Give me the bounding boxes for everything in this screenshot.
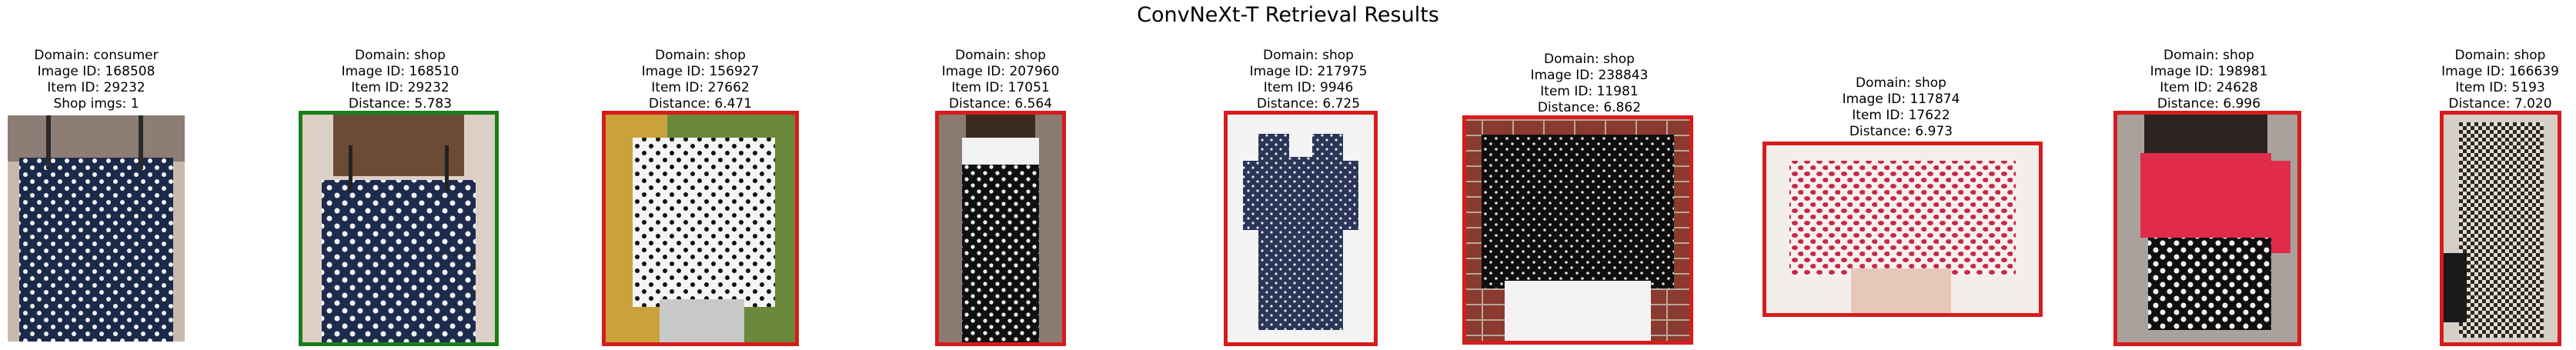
distance-label: Distance: 6.725	[1256, 96, 1361, 112]
panel-caption: Domain: shop Image ID: 117874 Item ID: 1…	[1755, 75, 2047, 140]
result-panel-7: Domain: shop Image ID: 198981 Item ID: 2…	[2101, 48, 2317, 348]
image-id-label: Image ID: 168508	[37, 64, 155, 79]
image-id-label: Image ID: 217975	[1249, 64, 1368, 79]
query-image	[8, 115, 185, 342]
image-id-label: Image ID: 168510	[341, 64, 459, 79]
domain-label: Domain: shop	[355, 48, 446, 63]
item-id-label: Item ID: 5193	[2455, 80, 2545, 95]
item-id-label: Item ID: 27662	[651, 80, 750, 95]
item-id-label: Item ID: 17051	[951, 80, 1050, 95]
image-id-label: Image ID: 238843	[1530, 68, 1649, 83]
result-panel-8: Domain: shop Image ID: 166639 Item ID: 5…	[2424, 48, 2576, 348]
distance-label: Distance: 6.973	[1849, 124, 1953, 139]
panel-caption: Domain: shop Image ID: 166639 Item ID: 5…	[2424, 48, 2576, 112]
domain-label: Domain: shop	[955, 48, 1046, 63]
distance-label: Distance: 6.862	[1537, 100, 1642, 115]
distance-label: Distance: 6.564	[948, 96, 1053, 112]
domain-label: Domain: shop	[1856, 75, 1946, 91]
figure-title: ConvNeXt-T Retrieval Results	[1137, 3, 1439, 27]
image-id-label: Image ID: 156927	[641, 64, 760, 79]
item-id-label: Item ID: 9946	[1263, 80, 1354, 95]
result-panel-2: Domain: shop Image ID: 156927 Item ID: 2…	[593, 48, 808, 348]
result-image	[602, 111, 799, 346]
image-id-label: Image ID: 117874	[1842, 92, 1960, 107]
distance-label: Distance: 6.996	[2157, 96, 2261, 112]
result-panel-1: Domain: shop Image ID: 168510 Item ID: 2…	[292, 48, 508, 348]
panel-caption: Domain: shop Image ID: 168510 Item ID: 2…	[292, 48, 508, 112]
domain-label: Domain: shop	[2454, 48, 2546, 63]
domain-label: Domain: shop	[2163, 48, 2254, 63]
result-image	[935, 111, 1066, 346]
distance-label: Distance: 7.020	[2448, 96, 2552, 112]
panel-caption: Domain: shop Image ID: 198981 Item ID: 2…	[2101, 48, 2317, 112]
panel-caption: Domain: shop Image ID: 156927 Item ID: 2…	[593, 48, 808, 112]
panel-caption: Domain: shop Image ID: 217975 Item ID: 9…	[1201, 48, 1416, 112]
result-panel-query: Domain: consumer Image ID: 168508 Item I…	[0, 48, 192, 348]
result-panel-4: Domain: shop Image ID: 217975 Item ID: 9…	[1201, 48, 1416, 348]
item-id-label: Item ID: 11981	[1540, 84, 1639, 99]
domain-label: Domain: shop	[1263, 48, 1354, 63]
result-image	[1462, 115, 1693, 345]
distance-label: Distance: 5.783	[348, 96, 453, 112]
match-image	[299, 111, 499, 346]
panel-caption: Domain: shop Image ID: 238843 Item ID: 1…	[1455, 52, 1724, 116]
result-panel-3: Domain: shop Image ID: 207960 Item ID: 1…	[893, 48, 1108, 348]
distance-label: Distance: 6.471	[648, 96, 753, 112]
result-image	[1762, 142, 2043, 317]
image-id-label: Image ID: 166639	[2441, 64, 2559, 79]
domain-label: Domain: consumer	[34, 48, 159, 63]
item-id-label: Item ID: 29232	[47, 80, 145, 95]
domain-label: Domain: shop	[655, 48, 746, 63]
panel-caption: Domain: consumer Image ID: 168508 Item I…	[0, 48, 192, 112]
item-id-label: Item ID: 17622	[1852, 108, 1950, 123]
image-id-label: Image ID: 198981	[2150, 64, 2268, 79]
result-panel-5: Domain: shop Image ID: 238843 Item ID: 1…	[1455, 48, 1724, 348]
panel-caption: Domain: shop Image ID: 207960 Item ID: 1…	[893, 48, 1108, 112]
result-image	[2113, 111, 2301, 346]
result-panel-6: Domain: shop Image ID: 117874 Item ID: 1…	[1755, 48, 2047, 348]
domain-label: Domain: shop	[1544, 52, 1635, 67]
item-id-label: Item ID: 29232	[351, 80, 449, 95]
shop-imgs-label: Shop imgs: 1	[53, 96, 139, 112]
result-image	[1224, 111, 1378, 346]
item-id-label: Item ID: 24628	[2160, 80, 2258, 95]
result-image	[2440, 111, 2561, 346]
image-id-label: Image ID: 207960	[941, 64, 1060, 79]
